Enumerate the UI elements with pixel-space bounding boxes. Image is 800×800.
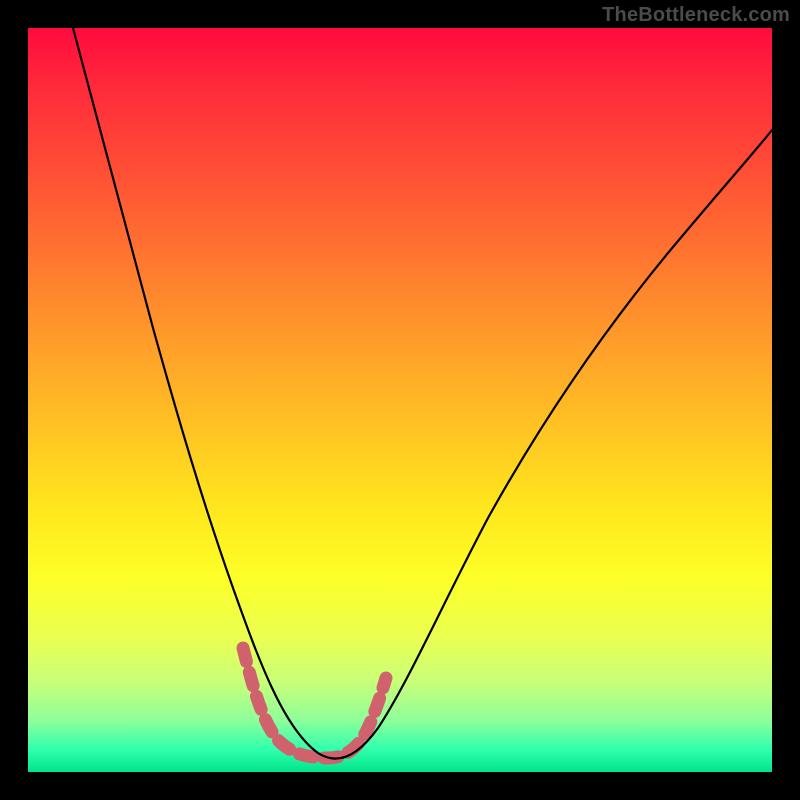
chart-outer-frame: TheBottleneck.com	[0, 0, 800, 800]
curve-layer	[28, 28, 772, 772]
watermark-text: TheBottleneck.com	[602, 4, 790, 27]
bottleneck-curve	[73, 28, 772, 759]
trough-highlight	[243, 648, 386, 758]
plot-area	[28, 28, 772, 772]
